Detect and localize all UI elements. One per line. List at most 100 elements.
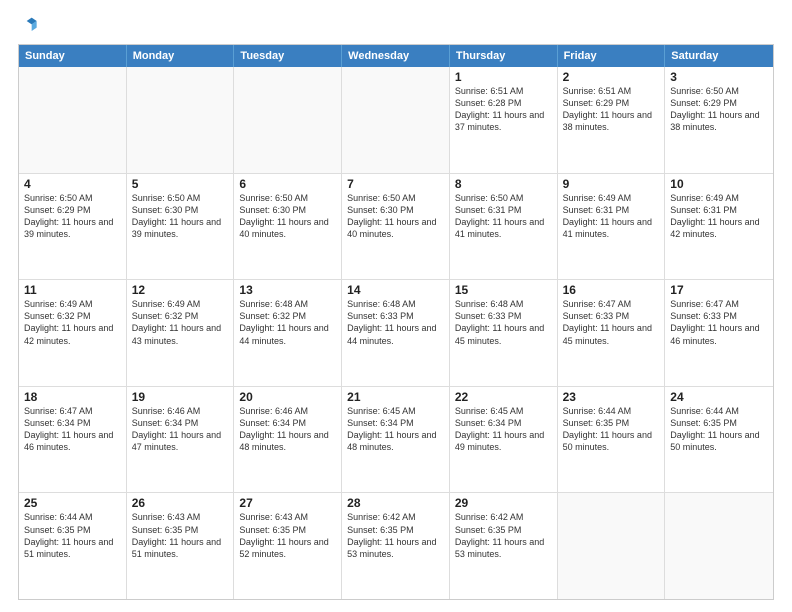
calendar-cell: 20Sunrise: 6:46 AM Sunset: 6:34 PM Dayli… <box>234 387 342 493</box>
day-info: Sunrise: 6:50 AM Sunset: 6:30 PM Dayligh… <box>239 192 336 241</box>
weekday-header: Friday <box>558 45 666 67</box>
calendar-row: 25Sunrise: 6:44 AM Sunset: 6:35 PM Dayli… <box>19 492 773 599</box>
day-number: 24 <box>670 390 768 404</box>
calendar-cell: 6Sunrise: 6:50 AM Sunset: 6:30 PM Daylig… <box>234 174 342 280</box>
calendar-cell <box>234 67 342 173</box>
day-number: 18 <box>24 390 121 404</box>
calendar-cell: 27Sunrise: 6:43 AM Sunset: 6:35 PM Dayli… <box>234 493 342 599</box>
logo-icon <box>20 16 40 36</box>
calendar-cell: 29Sunrise: 6:42 AM Sunset: 6:35 PM Dayli… <box>450 493 558 599</box>
day-info: Sunrise: 6:45 AM Sunset: 6:34 PM Dayligh… <box>455 405 552 454</box>
day-number: 19 <box>132 390 229 404</box>
day-info: Sunrise: 6:47 AM Sunset: 6:33 PM Dayligh… <box>670 298 768 347</box>
calendar-cell: 23Sunrise: 6:44 AM Sunset: 6:35 PM Dayli… <box>558 387 666 493</box>
calendar-cell: 19Sunrise: 6:46 AM Sunset: 6:34 PM Dayli… <box>127 387 235 493</box>
day-info: Sunrise: 6:46 AM Sunset: 6:34 PM Dayligh… <box>239 405 336 454</box>
calendar-cell: 15Sunrise: 6:48 AM Sunset: 6:33 PM Dayli… <box>450 280 558 386</box>
day-info: Sunrise: 6:49 AM Sunset: 6:32 PM Dayligh… <box>24 298 121 347</box>
day-number: 29 <box>455 496 552 510</box>
calendar: SundayMondayTuesdayWednesdayThursdayFrid… <box>18 44 774 600</box>
calendar-cell: 1Sunrise: 6:51 AM Sunset: 6:28 PM Daylig… <box>450 67 558 173</box>
day-info: Sunrise: 6:47 AM Sunset: 6:33 PM Dayligh… <box>563 298 660 347</box>
day-info: Sunrise: 6:44 AM Sunset: 6:35 PM Dayligh… <box>670 405 768 454</box>
weekday-header: Thursday <box>450 45 558 67</box>
calendar-cell: 7Sunrise: 6:50 AM Sunset: 6:30 PM Daylig… <box>342 174 450 280</box>
calendar-cell: 13Sunrise: 6:48 AM Sunset: 6:32 PM Dayli… <box>234 280 342 386</box>
day-number: 10 <box>670 177 768 191</box>
calendar-cell: 14Sunrise: 6:48 AM Sunset: 6:33 PM Dayli… <box>342 280 450 386</box>
day-number: 15 <box>455 283 552 297</box>
calendar-body: 1Sunrise: 6:51 AM Sunset: 6:28 PM Daylig… <box>19 67 773 599</box>
day-info: Sunrise: 6:49 AM Sunset: 6:31 PM Dayligh… <box>563 192 660 241</box>
page: SundayMondayTuesdayWednesdayThursdayFrid… <box>0 0 792 612</box>
calendar-cell: 5Sunrise: 6:50 AM Sunset: 6:30 PM Daylig… <box>127 174 235 280</box>
day-info: Sunrise: 6:50 AM Sunset: 6:30 PM Dayligh… <box>132 192 229 241</box>
day-number: 16 <box>563 283 660 297</box>
calendar-cell: 16Sunrise: 6:47 AM Sunset: 6:33 PM Dayli… <box>558 280 666 386</box>
day-info: Sunrise: 6:44 AM Sunset: 6:35 PM Dayligh… <box>563 405 660 454</box>
day-info: Sunrise: 6:48 AM Sunset: 6:32 PM Dayligh… <box>239 298 336 347</box>
day-info: Sunrise: 6:42 AM Sunset: 6:35 PM Dayligh… <box>455 511 552 560</box>
day-number: 12 <box>132 283 229 297</box>
day-number: 8 <box>455 177 552 191</box>
day-info: Sunrise: 6:44 AM Sunset: 6:35 PM Dayligh… <box>24 511 121 560</box>
calendar-cell: 28Sunrise: 6:42 AM Sunset: 6:35 PM Dayli… <box>342 493 450 599</box>
calendar-cell: 11Sunrise: 6:49 AM Sunset: 6:32 PM Dayli… <box>19 280 127 386</box>
day-info: Sunrise: 6:48 AM Sunset: 6:33 PM Dayligh… <box>455 298 552 347</box>
day-number: 1 <box>455 70 552 84</box>
calendar-cell: 26Sunrise: 6:43 AM Sunset: 6:35 PM Dayli… <box>127 493 235 599</box>
calendar-cell: 10Sunrise: 6:49 AM Sunset: 6:31 PM Dayli… <box>665 174 773 280</box>
calendar-cell <box>19 67 127 173</box>
calendar-cell: 8Sunrise: 6:50 AM Sunset: 6:31 PM Daylig… <box>450 174 558 280</box>
weekday-header: Tuesday <box>234 45 342 67</box>
day-number: 7 <box>347 177 444 191</box>
day-number: 20 <box>239 390 336 404</box>
day-info: Sunrise: 6:50 AM Sunset: 6:31 PM Dayligh… <box>455 192 552 241</box>
day-info: Sunrise: 6:51 AM Sunset: 6:28 PM Dayligh… <box>455 85 552 134</box>
calendar-cell: 25Sunrise: 6:44 AM Sunset: 6:35 PM Dayli… <box>19 493 127 599</box>
calendar-cell: 12Sunrise: 6:49 AM Sunset: 6:32 PM Dayli… <box>127 280 235 386</box>
logo <box>18 16 40 36</box>
calendar-cell: 18Sunrise: 6:47 AM Sunset: 6:34 PM Dayli… <box>19 387 127 493</box>
day-number: 26 <box>132 496 229 510</box>
calendar-cell: 21Sunrise: 6:45 AM Sunset: 6:34 PM Dayli… <box>342 387 450 493</box>
day-info: Sunrise: 6:42 AM Sunset: 6:35 PM Dayligh… <box>347 511 444 560</box>
weekday-header: Monday <box>127 45 235 67</box>
day-number: 27 <box>239 496 336 510</box>
day-info: Sunrise: 6:47 AM Sunset: 6:34 PM Dayligh… <box>24 405 121 454</box>
calendar-cell: 17Sunrise: 6:47 AM Sunset: 6:33 PM Dayli… <box>665 280 773 386</box>
day-info: Sunrise: 6:49 AM Sunset: 6:31 PM Dayligh… <box>670 192 768 241</box>
calendar-row: 11Sunrise: 6:49 AM Sunset: 6:32 PM Dayli… <box>19 279 773 386</box>
header <box>18 16 774 36</box>
day-info: Sunrise: 6:43 AM Sunset: 6:35 PM Dayligh… <box>132 511 229 560</box>
day-number: 25 <box>24 496 121 510</box>
day-info: Sunrise: 6:45 AM Sunset: 6:34 PM Dayligh… <box>347 405 444 454</box>
day-number: 11 <box>24 283 121 297</box>
day-info: Sunrise: 6:49 AM Sunset: 6:32 PM Dayligh… <box>132 298 229 347</box>
calendar-cell <box>558 493 666 599</box>
calendar-cell: 9Sunrise: 6:49 AM Sunset: 6:31 PM Daylig… <box>558 174 666 280</box>
calendar-cell: 3Sunrise: 6:50 AM Sunset: 6:29 PM Daylig… <box>665 67 773 173</box>
day-number: 17 <box>670 283 768 297</box>
calendar-header: SundayMondayTuesdayWednesdayThursdayFrid… <box>19 45 773 67</box>
calendar-cell: 2Sunrise: 6:51 AM Sunset: 6:29 PM Daylig… <box>558 67 666 173</box>
calendar-cell: 24Sunrise: 6:44 AM Sunset: 6:35 PM Dayli… <box>665 387 773 493</box>
day-info: Sunrise: 6:50 AM Sunset: 6:29 PM Dayligh… <box>24 192 121 241</box>
day-number: 13 <box>239 283 336 297</box>
day-number: 5 <box>132 177 229 191</box>
day-number: 4 <box>24 177 121 191</box>
day-info: Sunrise: 6:50 AM Sunset: 6:30 PM Dayligh… <box>347 192 444 241</box>
calendar-row: 4Sunrise: 6:50 AM Sunset: 6:29 PM Daylig… <box>19 173 773 280</box>
calendar-cell: 4Sunrise: 6:50 AM Sunset: 6:29 PM Daylig… <box>19 174 127 280</box>
calendar-cell <box>342 67 450 173</box>
calendar-cell: 22Sunrise: 6:45 AM Sunset: 6:34 PM Dayli… <box>450 387 558 493</box>
weekday-header: Sunday <box>19 45 127 67</box>
calendar-row: 1Sunrise: 6:51 AM Sunset: 6:28 PM Daylig… <box>19 67 773 173</box>
day-info: Sunrise: 6:51 AM Sunset: 6:29 PM Dayligh… <box>563 85 660 134</box>
day-number: 21 <box>347 390 444 404</box>
weekday-header: Saturday <box>665 45 773 67</box>
weekday-header: Wednesday <box>342 45 450 67</box>
calendar-cell <box>665 493 773 599</box>
day-number: 2 <box>563 70 660 84</box>
day-number: 6 <box>239 177 336 191</box>
